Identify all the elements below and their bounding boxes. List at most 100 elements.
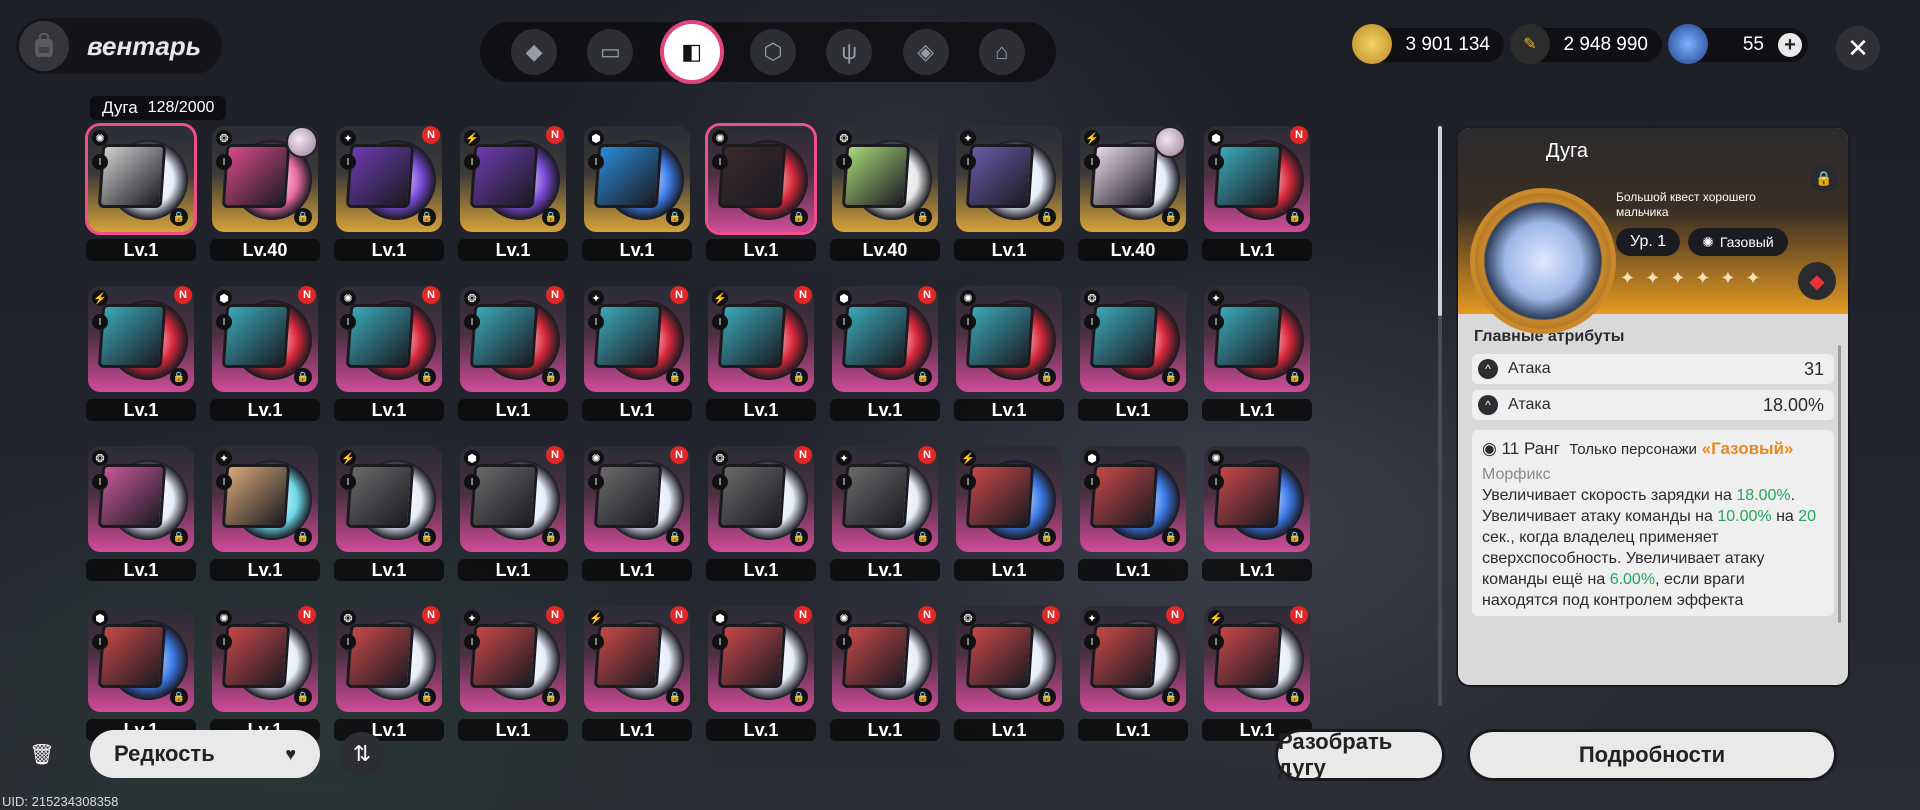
rarity-filter[interactable]: Редкость ♥ xyxy=(90,730,320,778)
disc-slot[interactable]: ✺I🔒NLv.1 xyxy=(210,604,320,742)
disc-slot[interactable]: ⚡ I 🔒 Lv.40 xyxy=(1078,124,1188,262)
disc-slot[interactable]: ⚡ I 🔒 Lv.1 xyxy=(954,444,1064,582)
disc-card[interactable]: ⚡ I 🔒 N xyxy=(460,126,566,232)
close-icon[interactable]: ✕ xyxy=(1836,26,1880,70)
disc-slot[interactable]: ⬢ I 🔒 N Lv.1 xyxy=(830,284,940,422)
disc-card[interactable]: ⬢ I 🔒 xyxy=(1080,446,1186,552)
disc-slot[interactable]: ❂ I 🔒 Lv.1 xyxy=(1078,284,1188,422)
disc-card[interactable]: ❂ I 🔒 xyxy=(212,126,318,232)
disc-card[interactable]: ❂ I 🔒 xyxy=(832,126,938,232)
disc-card[interactable]: ❂ I 🔒 N xyxy=(460,286,566,392)
details-button[interactable]: Подробности xyxy=(1470,732,1834,778)
disc-slot[interactable]: ✺ I 🔒 Lv.1 xyxy=(1202,444,1312,582)
disc-slot[interactable]: ✺ I 🔒 Lv.1 xyxy=(86,124,196,262)
disc-slot[interactable]: ✺I🔒NLv.1 xyxy=(582,444,692,582)
disc-slot[interactable]: ✦ I 🔒 N Lv.1 xyxy=(1078,604,1188,742)
disc-card[interactable]: ⚡ I 🔒 xyxy=(1080,126,1186,232)
disc-card[interactable]: ⬢ I 🔒 xyxy=(584,126,690,232)
disc-card[interactable]: ⚡ I 🔒 xyxy=(336,446,442,552)
disc-card[interactable]: ✦ I 🔒 xyxy=(956,126,1062,232)
disc-slot[interactable]: ❂ I 🔒 N Lv.1 xyxy=(706,444,816,582)
disc-slot[interactable]: ⬢ I 🔒 N Lv.1 xyxy=(458,444,568,582)
level-label: Lv.1 xyxy=(706,719,816,741)
disc-card[interactable]: ✺ I 🔒 xyxy=(1204,446,1310,552)
disc-card[interactable]: ✺ I 🔒 N xyxy=(336,286,442,392)
disc-card[interactable]: ✦ I 🔒 xyxy=(212,446,318,552)
disc-slot[interactable]: ⚡ I 🔒 N Lv.1 xyxy=(1202,604,1312,742)
disc-card[interactable]: ⬢ I 🔒 N xyxy=(460,446,566,552)
disc-card[interactable]: ❂ I 🔒 N xyxy=(956,606,1062,712)
food-icon[interactable]: ψ xyxy=(826,29,873,75)
disc-slot[interactable]: ✦ I 🔒 Lv.1 xyxy=(954,124,1064,262)
box-icon[interactable]: ⬡ xyxy=(749,29,796,75)
disc-card[interactable]: ⚡ I 🔒 N xyxy=(708,286,814,392)
disc-card[interactable]: ⬢ I 🔒 N xyxy=(832,286,938,392)
disc-slot[interactable]: ✺ I 🔒 Lv.1 xyxy=(706,124,816,262)
disc-card[interactable]: ✦ I 🔒 xyxy=(1204,286,1310,392)
disc-slot[interactable]: ⚡ I 🔒 N Lv.1 xyxy=(458,124,568,262)
disc-slot[interactable]: ⬢I🔒Lv.1 xyxy=(1078,444,1188,582)
disc-slot[interactable]: ❂ I 🔒 N Lv.1 xyxy=(334,604,444,742)
disc-slot[interactable]: ❂ I 🔒 Lv.40 xyxy=(830,124,940,262)
disc-card[interactable]: ✺ I 🔒 N xyxy=(584,446,690,552)
disc-sleeve xyxy=(1089,624,1159,688)
console-icon[interactable]: ▭ xyxy=(587,29,634,75)
disc-slot[interactable]: ❂ I 🔒 Lv.1 xyxy=(86,444,196,582)
disc-slot[interactable]: ✦ I 🔒 Lv.1 xyxy=(210,444,320,582)
disc-card[interactable]: ⚡ I 🔒 N xyxy=(584,606,690,712)
disc-slot[interactable]: ❂ I 🔒 N Lv.1 xyxy=(458,284,568,422)
disc-card[interactable]: ⚡ I 🔒 xyxy=(956,446,1062,552)
disc-card[interactable]: ❂ I 🔒 xyxy=(1080,286,1186,392)
disc-card[interactable]: ✺ I 🔒 N xyxy=(832,606,938,712)
disc-slot[interactable]: ✦ I 🔒 Lv.1 xyxy=(1202,284,1312,422)
disc-slot[interactable]: ✦ I 🔒 N Lv.1 xyxy=(458,604,568,742)
disc-card[interactable]: ✺ I 🔒 xyxy=(956,286,1062,392)
add-icon[interactable]: + xyxy=(1778,33,1802,57)
trash-icon[interactable]: 🗑 xyxy=(20,732,64,776)
disc-card[interactable]: ✦ I 🔒 N xyxy=(584,286,690,392)
disc-slot[interactable]: ⬢ I 🔒 N Lv.1 xyxy=(210,284,320,422)
disc-slot[interactable]: ✺I🔒NLv.1 xyxy=(830,604,940,742)
disc-slot[interactable]: ✺I🔒NLv.1 xyxy=(334,284,444,422)
disc-card[interactable]: ⚡ I 🔒 N xyxy=(1204,606,1310,712)
dismantle-button[interactable]: Разобрать дугу xyxy=(1278,729,1442,780)
detail-scrollbar[interactable] xyxy=(1838,345,1841,623)
sort-icon[interactable]: ⇅ xyxy=(340,732,384,776)
cube-icon[interactable]: ◈ xyxy=(902,29,949,75)
disc-card[interactable]: ⚡ I 🔒 N xyxy=(88,286,194,392)
disc-slot[interactable]: ✦ I 🔒 N Lv.1 xyxy=(582,284,692,422)
disc-slot[interactable]: ✦ I 🔒 N Lv.1 xyxy=(334,124,444,262)
disc-slot[interactable]: ✺ I 🔒 Lv.1 xyxy=(954,284,1064,422)
disc-card[interactable]: ❂ I 🔒 xyxy=(88,446,194,552)
disc-slot[interactable]: ❂ I 🔒 Lv.40 xyxy=(210,124,320,262)
home-icon[interactable]: ⌂ xyxy=(978,29,1025,75)
disc-card[interactable]: ✦ I 🔒 N xyxy=(336,126,442,232)
disc-slot[interactable]: ⚡ I 🔒 N Lv.1 xyxy=(706,284,816,422)
disc-card[interactable]: ✦ I 🔒 N xyxy=(460,606,566,712)
disc-card[interactable]: ⬢ I 🔒 N xyxy=(1204,126,1310,232)
disc-card[interactable]: ✺ I 🔒 xyxy=(708,126,814,232)
disc-slot[interactable]: ⚡ I 🔒 N Lv.1 xyxy=(582,604,692,742)
disc-icon[interactable]: ◧ xyxy=(663,24,720,80)
disc-slot[interactable]: ⬢I🔒Lv.1 xyxy=(86,604,196,742)
lock-icon[interactable]: 🔒 xyxy=(1810,164,1838,192)
disc-card[interactable]: ❂ I 🔒 N xyxy=(336,606,442,712)
list-scrollbar[interactable] xyxy=(1438,126,1442,706)
disc-card[interactable]: ✺ I 🔒 N xyxy=(212,606,318,712)
disc-slot[interactable]: ⚡ I 🔒 Lv.1 xyxy=(334,444,444,582)
disc-card[interactable]: ✦ I 🔒 N xyxy=(1080,606,1186,712)
disc-slot[interactable]: ❂ I 🔒 N Lv.1 xyxy=(954,604,1064,742)
agent-icon[interactable]: ◆ xyxy=(511,29,558,75)
disc-slot[interactable]: ✦ I 🔒 N Lv.1 xyxy=(830,444,940,582)
disc-card[interactable]: ⬢ I 🔒 xyxy=(88,606,194,712)
disc-card[interactable]: ⬢ I 🔒 N xyxy=(708,606,814,712)
disc-card[interactable]: ❂ I 🔒 N xyxy=(708,446,814,552)
disc-slot[interactable]: ⬢I🔒Lv.1 xyxy=(582,124,692,262)
disc-slot[interactable]: ⬢ I 🔒 N Lv.1 xyxy=(706,604,816,742)
scrollbar-thumb[interactable] xyxy=(1438,126,1442,316)
disc-card[interactable]: ✺ I 🔒 xyxy=(88,126,194,232)
disc-card[interactable]: ⬢ I 🔒 N xyxy=(212,286,318,392)
disc-card[interactable]: ✦ I 🔒 N xyxy=(832,446,938,552)
disc-slot[interactable]: ⚡ I 🔒 N Lv.1 xyxy=(86,284,196,422)
disc-slot[interactable]: ⬢ I 🔒 N Lv.1 xyxy=(1202,124,1312,262)
